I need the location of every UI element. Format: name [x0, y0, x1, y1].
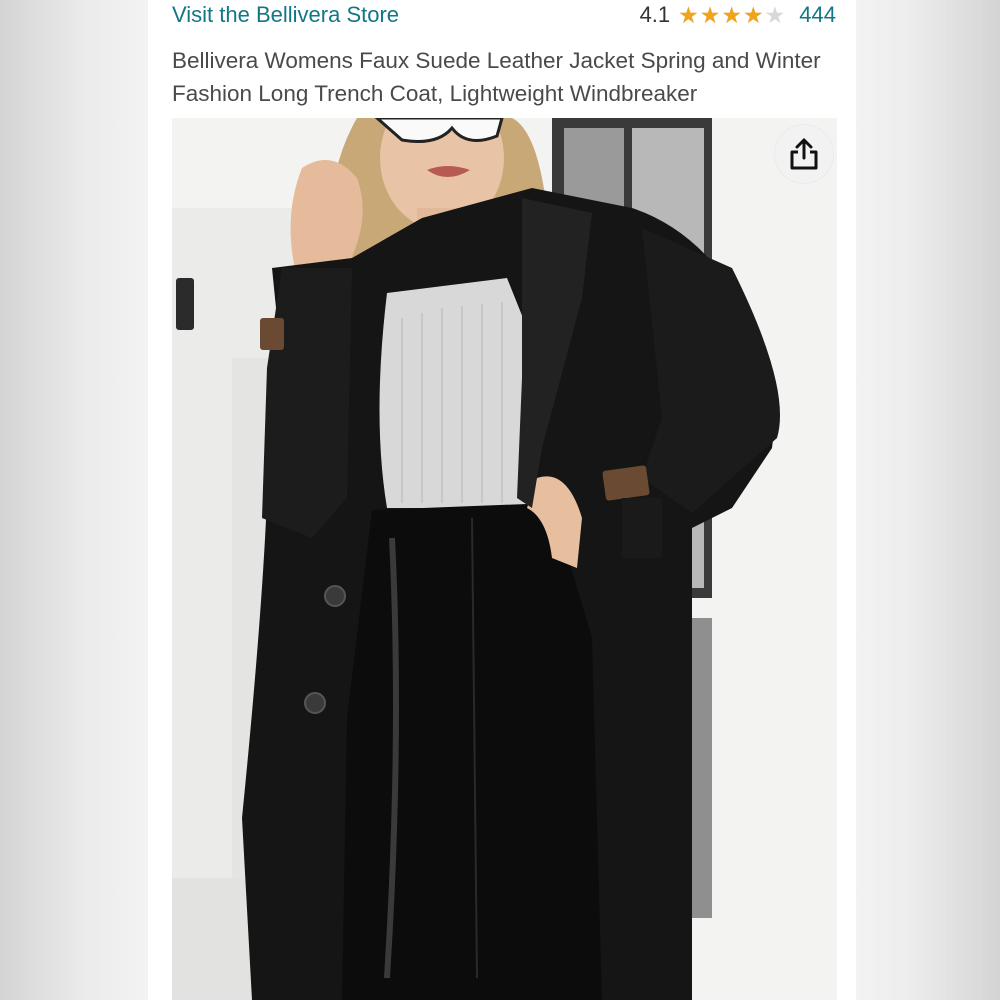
star-icon: ★★ — [699, 1, 721, 28]
star-fill: ★ — [765, 4, 767, 27]
product-image[interactable] — [172, 118, 837, 1000]
star-fill: ★ — [721, 3, 743, 27]
star-fill: ★ — [699, 3, 721, 27]
star-rating: ★★★★★★★★★★ — [678, 1, 786, 28]
review-count-link[interactable]: 444 — [799, 2, 836, 28]
wall-lamp — [176, 278, 194, 330]
sleeve-buckle-left — [260, 318, 284, 350]
star-fill: ★ — [678, 3, 699, 27]
share-icon — [790, 138, 818, 170]
star-icon: ★★ — [721, 1, 743, 28]
background-right — [856, 0, 1000, 1000]
product-card: Visit the Bellivera Store 4.1 ★★★★★★★★★★… — [148, 0, 856, 1000]
share-button[interactable] — [775, 125, 833, 183]
store-rating-row: Visit the Bellivera Store 4.1 ★★★★★★★★★★… — [172, 0, 836, 30]
sleeve-buckle-right — [602, 465, 650, 501]
rating[interactable]: 4.1 ★★★★★★★★★★ 444 — [640, 2, 836, 28]
star-fill: ★ — [743, 3, 764, 27]
coat-button-1 — [324, 585, 346, 607]
belt-tail — [622, 498, 662, 558]
star-icon: ★★ — [678, 1, 699, 28]
star-icon: ★★ — [764, 1, 786, 28]
rating-value: 4.1 — [639, 2, 671, 27]
coat-button-2 — [304, 692, 326, 714]
star-icon: ★★ — [743, 1, 764, 28]
store-link[interactable]: Visit the Bellivera Store — [172, 2, 399, 28]
product-title: Bellivera Womens Faux Suede Leather Jack… — [172, 48, 821, 106]
background-left — [0, 0, 148, 1000]
